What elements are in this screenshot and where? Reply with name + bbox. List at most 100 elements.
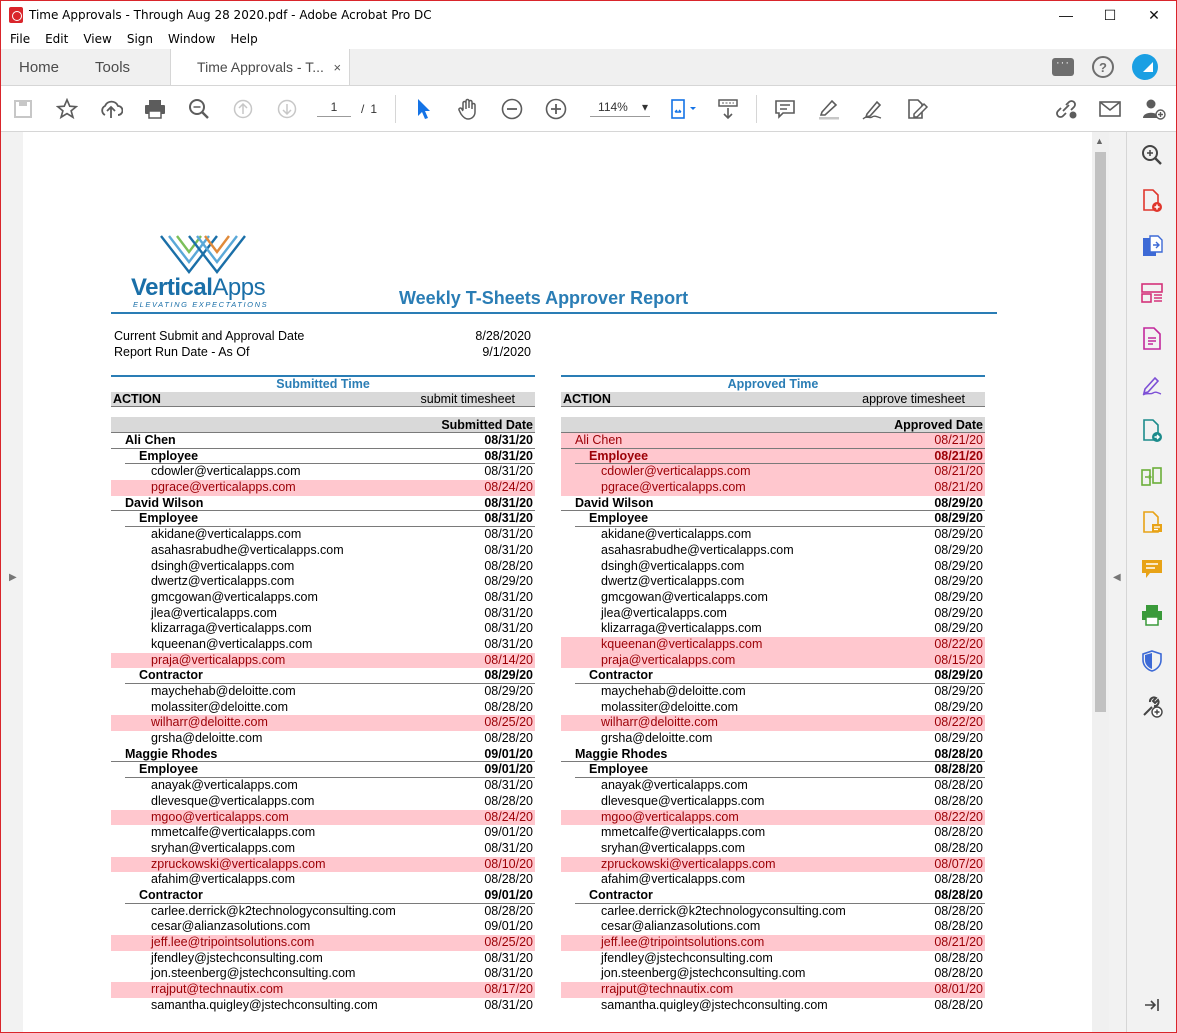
row-label: dsingh@verticalapps.com [601,558,745,573]
row-label: jeff.lee@tripointsolutions.com [151,935,315,949]
shield-icon[interactable] [1139,648,1165,674]
row-date: 08/22/20 [934,715,983,730]
maximize-button[interactable]: ☐ [1088,1,1132,29]
more-tools-icon[interactable] [1139,694,1165,720]
tab-home[interactable]: Home [1,49,77,85]
row-label: anayak@verticalapps.com [151,778,298,793]
zoom-in-icon[interactable] [534,86,578,132]
page-number-input[interactable]: 1 [317,100,351,117]
email-row: sryhan@verticalapps.com 08/31/20 [111,841,535,857]
export-pdf-icon[interactable] [1139,234,1165,260]
comment-icon[interactable] [1139,556,1165,582]
row-date: 08/31/20 [484,966,533,981]
scrollbar-thumb[interactable] [1095,152,1106,712]
comments-icon[interactable] [1052,57,1074,76]
organize-pages-icon[interactable] [1139,280,1165,306]
row-date: 08/28/20 [934,872,983,887]
email-row: praja@verticalapps.com 08/14/20 [111,652,535,669]
menu-window[interactable]: Window [162,32,221,46]
print-production-icon[interactable] [1139,602,1165,628]
collapse-pane-icon[interactable] [1139,992,1165,1018]
row-date: 08/29/20 [484,574,533,589]
star-icon[interactable] [45,86,89,132]
email-row: molassiter@deloitte.com 08/29/20 [561,700,985,716]
share-link-icon[interactable] [1044,86,1088,132]
email-row: wilharr@deloitte.com 08/25/20 [111,715,535,732]
hand-icon[interactable] [446,86,490,132]
email-row: jlea@verticalapps.com 08/29/20 [561,606,985,622]
row-label: zpruckowski@verticalapps.com [151,856,326,871]
row-label: Maggie Rhodes [125,746,218,761]
row-label: anayak@verticalapps.com [601,778,748,793]
user-avatar[interactable] [1132,54,1158,80]
email-row: praja@verticalapps.com 08/15/20 [561,652,985,669]
email-row: jeff.lee@tripointsolutions.com 08/21/20 [561,935,985,951]
menu-view[interactable]: View [77,32,117,46]
arrow-down-icon[interactable] [265,86,309,132]
email-row: carlee.derrick@k2technologyconsulting.co… [561,904,985,920]
close-button[interactable]: ✕ [1132,1,1176,29]
row-date: 08/29/20 [934,699,983,714]
row-date: 08/31/20 [484,605,533,620]
arrow-up-icon[interactable] [221,86,265,132]
email-row: asahasrabudhe@verticalapps.com 08/29/20 [561,543,985,559]
row-date: 08/15/20 [934,652,983,667]
row-date: 08/21/20 [934,433,983,447]
row-label: pgrace@verticalapps.com [601,480,746,495]
menu-edit[interactable]: Edit [39,32,74,46]
add-user-icon[interactable] [1132,86,1176,132]
row-label: maychehab@deloitte.com [601,684,746,698]
email-row: gmcgowan@verticalapps.com 08/29/20 [561,590,985,606]
row-date: 08/29/20 [934,589,983,604]
scroll-up-icon[interactable]: ▲ [1095,136,1104,146]
search-icon[interactable] [177,86,221,132]
scroll-mode-icon[interactable] [706,86,750,132]
cursor-icon[interactable] [402,86,446,132]
highlight-icon[interactable] [807,86,851,132]
menu-help[interactable]: Help [224,32,263,46]
right-panel-toggle[interactable]: ◀ [1109,132,1126,1032]
email-row: jeff.lee@tripointsolutions.com 08/25/20 [111,935,535,951]
tab-document[interactable]: Time Approvals - T... × [170,49,351,85]
meta-label-run-date: Report Run Date - As Of [114,345,250,359]
vertical-scrollbar[interactable]: ▲ [1092,132,1109,1032]
email-row: mmetcalfe@verticalapps.com 09/01/20 [111,825,535,841]
zoom-out-icon[interactable] [490,86,534,132]
toolbar-divider [395,94,397,123]
comment-pdf-icon[interactable] [1139,510,1165,536]
email-row: akidane@verticalapps.com 08/29/20 [561,527,985,543]
email-row: cdowler@verticalapps.com 08/21/20 [561,464,985,481]
row-label: David Wilson [575,495,654,510]
send-for-review-icon[interactable] [1139,418,1165,444]
fit-page-icon[interactable] [662,86,706,132]
tab-close-icon[interactable]: × [333,60,341,75]
menu-file[interactable]: File [4,32,36,46]
edit-pdf-icon[interactable] [895,86,939,132]
printer-icon[interactable] [133,86,177,132]
zoom-level-select[interactable]: 114% ▾ [590,100,651,117]
row-label: cesar@alianzasolutions.com [601,919,761,934]
create-pdf-icon[interactable] [1139,188,1165,214]
tab-tools[interactable]: Tools [77,49,148,85]
row-label: Ali Chen [125,433,176,447]
fill-sign-icon[interactable] [1139,372,1165,398]
menu-sign[interactable]: Sign [121,32,159,46]
group-row: Contractor 08/28/20 [561,888,985,904]
help-icon[interactable]: ? [1092,56,1114,78]
edit-text-icon[interactable] [1139,326,1165,352]
zoom-search-icon[interactable] [1139,142,1165,168]
email-row: cdowler@verticalapps.com 08/31/20 [111,464,535,480]
row-label: cesar@alianzasolutions.com [151,919,311,934]
signature-icon[interactable] [851,86,895,132]
row-date: 08/21/20 [934,935,983,949]
cloud-upload-icon[interactable] [89,86,133,132]
row-date: 08/24/20 [484,480,533,495]
window-title: Time Approvals - Through Aug 28 2020.pdf… [29,8,432,22]
left-panel-toggle[interactable]: ▶ [1,132,23,1032]
compare-files-icon[interactable] [1139,464,1165,490]
email-icon[interactable] [1088,86,1132,132]
comment-icon[interactable] [763,86,807,132]
minimize-button[interactable]: — [1044,1,1088,29]
save-icon[interactable] [1,86,45,132]
row-date: 09/01/20 [484,762,533,777]
